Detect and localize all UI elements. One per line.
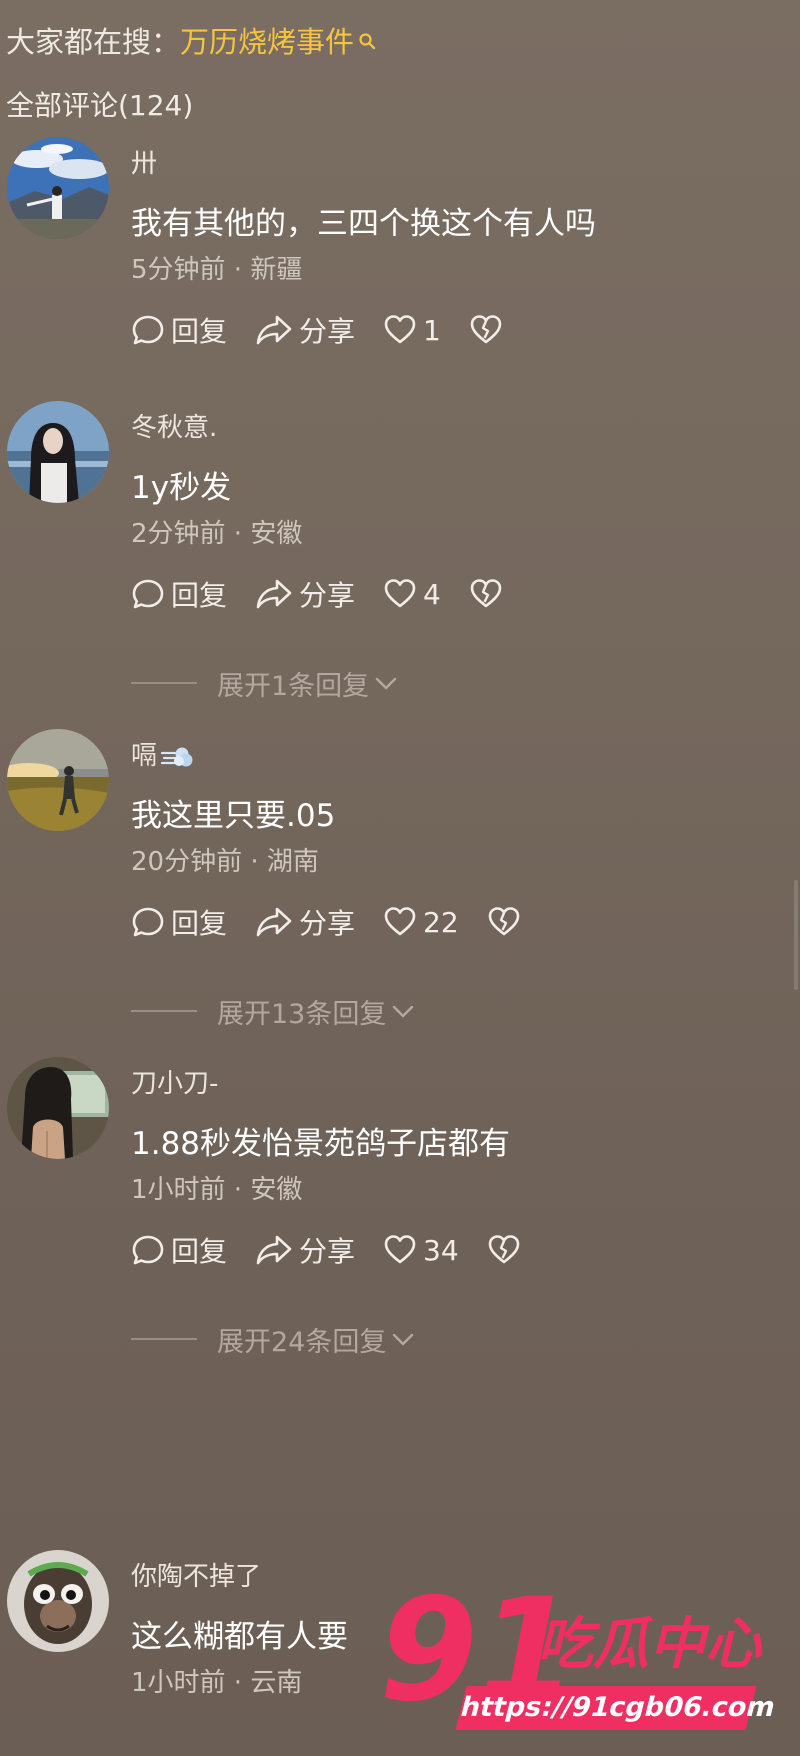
share-arrow-icon	[256, 579, 292, 609]
reply-bubble-icon	[132, 579, 164, 609]
share-button[interactable]: 分享	[255, 902, 355, 942]
comment-meta: 1小时前 · 安徽	[131, 1175, 303, 1205]
expand-divider	[131, 682, 197, 684]
avatar[interactable]	[7, 1057, 109, 1159]
trending-search-hint[interactable]: 大家都在搜：万历烧烤事件	[6, 20, 376, 64]
avatar[interactable]	[7, 1550, 109, 1652]
reply-button[interactable]: 回复	[131, 902, 227, 942]
comments-count-title: 全部评论(124)	[6, 89, 194, 122]
chevron-down-icon	[375, 677, 397, 690]
trending-search-term[interactable]: 万历烧烤事件	[180, 25, 354, 59]
chevron-down-icon	[393, 1333, 414, 1346]
expand-replies-label: 展开1条回复	[217, 670, 370, 702]
avatar[interactable]	[7, 729, 109, 831]
like-count: 1	[423, 313, 441, 347]
comment-actions: 回复 分享 4	[131, 569, 537, 619]
dislike-button[interactable]	[469, 577, 509, 611]
share-button[interactable]: 分享	[255, 574, 355, 614]
comment-actions: 回复 分享 1	[131, 305, 537, 355]
expand-replies-label: 展开13条回复	[217, 998, 387, 1030]
comment-text: 这么糊都有人要	[131, 1619, 348, 1655]
dislike-button[interactable]	[487, 905, 527, 939]
share-arrow-icon	[256, 1235, 292, 1265]
share-label: 分享	[299, 1235, 356, 1268]
comment-text: 1.88秒发怡景苑鸽子店都有	[131, 1126, 511, 1162]
heart-icon	[384, 579, 416, 608]
share-button[interactable]: 分享	[255, 310, 355, 350]
watermark-logo: 91 吃瓜中心 https://91cgb06.com	[375, 1576, 779, 1756]
comment-text: 1y秒发	[131, 470, 232, 506]
broken-heart-icon	[488, 907, 519, 936]
comment-actions: 回复 分享 22	[131, 897, 555, 947]
comment-username-text: 嗝	[131, 741, 158, 771]
share-arrow-icon	[256, 315, 292, 345]
comment-username[interactable]: 嗝	[131, 739, 193, 773]
dislike-button[interactable]	[469, 313, 509, 347]
avatar[interactable]	[7, 401, 109, 503]
expand-divider	[131, 1010, 197, 1012]
comment-actions: 回复 分享 34	[131, 1225, 555, 1275]
heart-icon	[384, 907, 416, 936]
comment-meta: 2分钟前 · 安徽	[131, 519, 303, 549]
avatar[interactable]	[7, 137, 109, 239]
like-count: 22	[423, 905, 459, 939]
trending-search-label: 大家都在搜：	[6, 25, 181, 59]
comment-username[interactable]: 卅	[131, 147, 157, 181]
reply-bubble-icon	[132, 315, 164, 345]
heart-icon	[384, 1235, 416, 1264]
blowing-wind-emoji-icon	[160, 747, 193, 766]
expand-replies-link[interactable]: 展开24条回复	[131, 1319, 416, 1359]
scrollbar-thumb[interactable]	[794, 880, 798, 990]
comment-username[interactable]: 冬秋意.	[131, 411, 217, 445]
reply-bubble-icon	[132, 907, 164, 937]
comment-username[interactable]: 刀小刀-	[131, 1067, 218, 1101]
like-button[interactable]: 1	[383, 313, 441, 347]
watermark-url: https://91cgb06.com	[455, 1686, 779, 1730]
comment-meta: 1小时前 · 云南	[131, 1668, 303, 1698]
share-label: 分享	[299, 579, 356, 612]
like-button[interactable]: 22	[383, 905, 459, 939]
share-label: 分享	[299, 315, 356, 348]
like-count: 4	[423, 577, 441, 611]
expand-divider	[131, 1338, 197, 1340]
reply-label: 回复	[171, 1235, 228, 1268]
chevron-down-icon	[393, 1005, 414, 1018]
reply-button[interactable]: 回复	[131, 310, 227, 350]
heart-icon	[384, 315, 416, 344]
comment-meta: 20分钟前 · 湖南	[131, 847, 319, 877]
reply-bubble-icon	[132, 1235, 164, 1265]
share-arrow-icon	[256, 907, 292, 937]
reply-label: 回复	[171, 579, 228, 612]
like-button[interactable]: 34	[383, 1233, 459, 1267]
comment-username[interactable]: 你陶不掉了	[131, 1560, 261, 1594]
reply-label: 回复	[171, 315, 228, 348]
reply-button[interactable]: 回复	[131, 574, 227, 614]
share-label: 分享	[299, 907, 356, 940]
comment-text: 我有其他的，三四个换这个有人吗	[131, 206, 596, 242]
watermark-title: 吃瓜中心	[537, 1612, 761, 1677]
expand-replies-link[interactable]: 展开1条回复	[131, 663, 399, 703]
comment-meta: 5分钟前 · 新疆	[131, 255, 303, 285]
like-count: 34	[423, 1233, 459, 1267]
share-button[interactable]: 分享	[255, 1230, 355, 1270]
expand-replies-label: 展开24条回复	[217, 1326, 387, 1358]
broken-heart-icon	[488, 1235, 519, 1264]
reply-label: 回复	[171, 907, 228, 940]
comment-text: 我这里只要.05	[131, 798, 336, 834]
broken-heart-icon	[470, 579, 502, 608]
search-icon[interactable]	[358, 18, 376, 62]
like-button[interactable]: 4	[383, 577, 441, 611]
broken-heart-icon	[470, 315, 502, 344]
dislike-button[interactable]	[487, 1233, 527, 1267]
expand-replies-link[interactable]: 展开13条回复	[131, 991, 416, 1031]
reply-button[interactable]: 回复	[131, 1230, 227, 1270]
